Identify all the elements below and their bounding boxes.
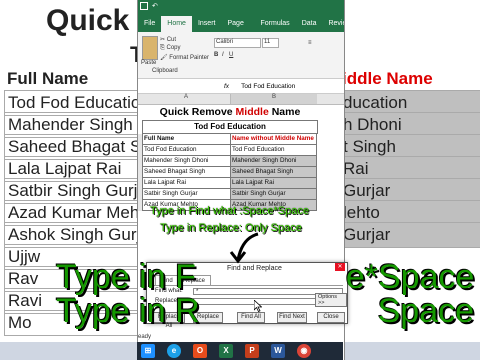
overlay-big-replace: Type in R Space: [56, 292, 474, 331]
clipboard-group-label: Clipboard: [152, 68, 178, 74]
background-header: Full Name: [7, 69, 89, 88]
fx-icon: fx: [224, 82, 230, 90]
column-header-a[interactable]: A: [142, 94, 231, 104]
table-row: Tod Fod Education Tod Fod Education: [138, 145, 344, 156]
table-row: Mahender Singh Dhoni Mahender Singh Dhoni: [138, 156, 344, 167]
ribbon: Paste ✂ Cut ⎘ Copy 🖌 Format Painter Clip…: [138, 32, 344, 79]
chrome-icon[interactable]: ◉: [297, 344, 311, 358]
copy-button[interactable]: ⎘ Copy: [160, 45, 181, 52]
brush-icon: 🖌: [160, 55, 168, 61]
overlay-big-replace-part2: Space: [377, 292, 475, 330]
cell-a[interactable]: Mahender Singh Dhoni: [142, 156, 231, 167]
header-name-without-middle[interactable]: Name without Middle Name: [231, 134, 317, 145]
cell-b[interactable]: Mahender Singh Dhoni: [231, 156, 317, 167]
tab-page-layout[interactable]: Page Layout: [221, 16, 254, 43]
background-right-header: iddle Name: [342, 69, 433, 88]
format-painter-label: Format Painter: [169, 55, 209, 61]
tab-formulas[interactable]: Formulas: [255, 16, 296, 32]
overlay-big-find-part2: e*Space: [345, 258, 475, 296]
align-center-icon[interactable]: ≡: [308, 40, 312, 46]
background-footer-left: [0, 342, 137, 360]
copy-label: Copy: [166, 45, 181, 51]
cell-a[interactable]: Tod Fod Education: [142, 145, 231, 156]
tab-file[interactable]: File: [138, 16, 161, 32]
formula-input[interactable]: Tod Fod Education: [241, 83, 295, 90]
bold-button[interactable]: B: [214, 52, 218, 58]
cut-label: Cut: [166, 37, 177, 43]
underline-button[interactable]: U: [229, 52, 233, 58]
word-icon[interactable]: W: [271, 344, 285, 358]
taskbar: ⊞ e O X P W ◉: [137, 342, 343, 360]
overlay-big-find-part1: Type in F: [56, 258, 196, 296]
tab-home[interactable]: Home: [161, 16, 192, 32]
table-row: Saheed Bhagat Singh Saheed Bhagat Singh: [138, 167, 344, 178]
font-name-select[interactable]: Calibri: [214, 38, 261, 48]
tab-data[interactable]: Data: [296, 16, 323, 32]
paste-button[interactable]: [142, 36, 158, 60]
tab-insert[interactable]: Insert: [192, 16, 222, 32]
ribbon-tabs: File Home Insert Page Layout Formulas Da…: [138, 12, 344, 43]
sheet-subtitle: Tod Fod Education: [142, 120, 318, 134]
excel-icon[interactable]: X: [219, 344, 233, 358]
header-full-name[interactable]: Full Name: [142, 134, 231, 145]
status-bar: eady: [138, 334, 152, 340]
background-right-cell: Gurjar: [342, 222, 480, 248]
sheet-title-part2: Name: [268, 106, 301, 118]
worksheet: Quick Remove Middle Name Tod Fod Educati…: [138, 104, 344, 211]
sheet-title: Quick Remove Middle Name: [142, 104, 318, 120]
sheet-title-part1: Quick Remove: [159, 106, 236, 118]
cell-a[interactable]: Satbir Singh Gurjar: [142, 189, 231, 200]
background-footer-right: [343, 342, 480, 360]
cell-b[interactable]: Lala Lajpat Rai: [231, 178, 317, 189]
overlay-big-replace-part1: Type in R: [56, 292, 200, 330]
cell-b[interactable]: Tod Fod Education: [231, 145, 317, 156]
save-icon[interactable]: [140, 2, 148, 10]
ie-icon[interactable]: e: [167, 344, 181, 358]
cut-button[interactable]: ✂ Cut: [160, 36, 176, 43]
powerpoint-icon[interactable]: P: [245, 344, 259, 358]
italic-button[interactable]: I: [222, 52, 224, 58]
font-size-select[interactable]: 11: [262, 38, 279, 48]
table-row: Satbir Singh Gurjar Satbir Singh Gurjar: [138, 189, 344, 200]
paste-label: Paste: [141, 60, 157, 66]
scissors-icon: ✂: [160, 37, 166, 43]
cell-a[interactable]: Saheed Bhagat Singh: [142, 167, 231, 178]
format-painter-button[interactable]: 🖌 Format Painter: [160, 54, 209, 61]
office-icon[interactable]: O: [193, 344, 207, 358]
table-header-row: Full Name Name without Middle Name: [138, 134, 344, 145]
formula-bar: fx Tod Fod Education: [138, 79, 344, 94]
overlay-instruction-find: Type in Find what :Space*Space: [150, 205, 309, 217]
copy-icon: ⎘: [160, 45, 165, 51]
cell-b[interactable]: Saheed Bhagat Singh: [231, 167, 317, 178]
windows-icon[interactable]: ⊞: [141, 344, 155, 358]
cell-a[interactable]: Lala Lajpat Rai: [142, 178, 231, 189]
cell-b[interactable]: Satbir Singh Gurjar: [231, 189, 317, 200]
sheet-title-highlight: Middle: [235, 106, 269, 118]
column-header-b[interactable]: B: [231, 94, 317, 104]
title-bar: ↶: [138, 0, 344, 12]
table-row: Lala Lajpat Rai Lala Lajpat Rai: [138, 178, 344, 189]
undo-icon[interactable]: ↶: [152, 2, 158, 10]
tab-review[interactable]: Review: [322, 16, 344, 32]
